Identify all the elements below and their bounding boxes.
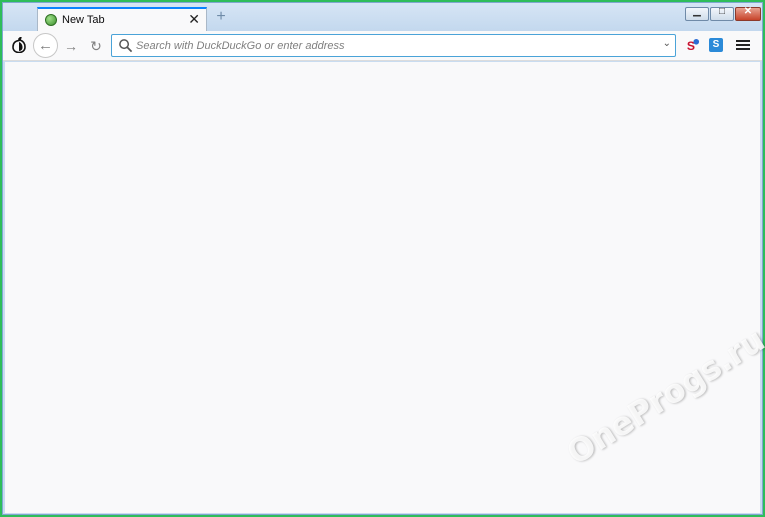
minimize-icon: ▁ (693, 6, 701, 17)
reload-icon[interactable]: ↻ (87, 37, 105, 55)
chevron-down-icon[interactable]: ⌄ (663, 38, 671, 49)
globe-icon (45, 14, 57, 26)
tor-onion-icon[interactable] (10, 36, 28, 55)
extension-s-icon[interactable]: S (709, 38, 723, 52)
hamburger-menu-icon[interactable] (736, 38, 750, 52)
page-content (5, 62, 760, 513)
forward-icon[interactable]: → (62, 37, 80, 55)
new-tab-button[interactable]: + (210, 7, 232, 29)
extension-noscript-icon[interactable]: S (685, 38, 700, 53)
url-bar[interactable]: ⌄ (111, 34, 676, 57)
close-tab-icon[interactable]: ✕ (188, 11, 200, 28)
search-icon (119, 39, 133, 53)
back-button[interactable]: ← (33, 33, 58, 58)
tab-new-tab[interactable]: New Tab ✕ (37, 7, 207, 32)
close-window-button[interactable]: ✕ (735, 6, 761, 21)
maximize-icon: □ (718, 6, 726, 17)
nav-toolbar: ← → ↻ ⌄ S S (3, 31, 762, 61)
maximize-button[interactable]: □ (710, 6, 734, 21)
address-input[interactable] (136, 37, 656, 54)
tab-strip: New Tab ✕ + ▁ □ ✕ (3, 3, 762, 32)
browser-window: New Tab ✕ + ▁ □ ✕ ← → ↻ ⌄ S S (2, 2, 763, 515)
minimize-button[interactable]: ▁ (685, 6, 709, 21)
tab-title: New Tab (62, 14, 105, 26)
close-icon: ✕ (743, 6, 753, 17)
